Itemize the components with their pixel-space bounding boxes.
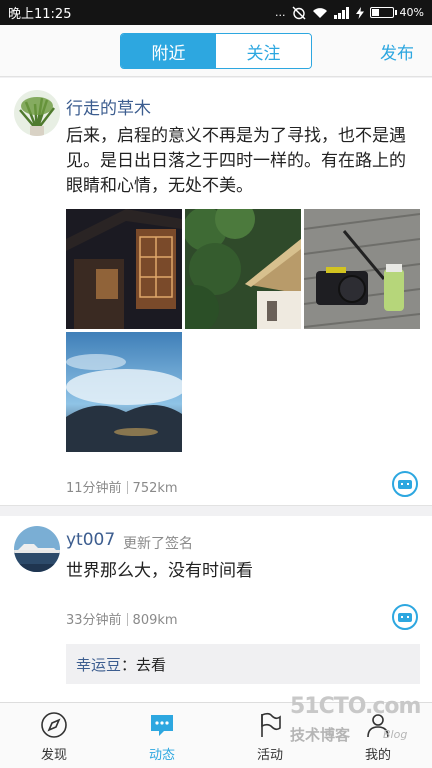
camera-bottle-image xyxy=(304,209,420,329)
flag-icon xyxy=(256,711,284,739)
cloudy-sky-image xyxy=(66,332,182,452)
publish-button[interactable]: 发布 xyxy=(380,39,414,64)
tab-following[interactable]: 关注 xyxy=(216,34,311,68)
status-icons: ... 40% xyxy=(275,6,424,20)
comment-author[interactable]: 幸运豆 xyxy=(76,654,121,675)
chat-bubble-icon xyxy=(398,612,412,622)
status-time: 晚上11:25 xyxy=(8,7,72,22)
meta-divider xyxy=(126,481,128,494)
building-window-image xyxy=(66,209,182,329)
post-author[interactable]: yt007 xyxy=(66,530,115,550)
battery-icon xyxy=(369,7,397,18)
signal-icon xyxy=(333,6,349,19)
nav-feed[interactable]: 动态 xyxy=(108,703,216,768)
post-text: 后来，启程的意义不再是为了寻找，也不是遇见。是日出日落之于四时一样的。有在路上的… xyxy=(66,126,406,196)
more-dots-icon: ... xyxy=(275,6,286,19)
nav-label: 我的 xyxy=(364,748,391,763)
chat-button[interactable] xyxy=(392,604,418,630)
battery-percent: 40% xyxy=(399,6,424,19)
status-bar: 晚上11:25 ... 40% xyxy=(0,0,432,25)
compass-icon xyxy=(40,711,68,739)
tab-nearby[interactable]: 附近 xyxy=(121,34,216,68)
chat-bubble-icon xyxy=(398,479,412,489)
comment-separator: ： xyxy=(121,655,137,674)
bottom-navigation: 发现 动态 活动 我的 xyxy=(0,702,432,768)
post-meta: 33分钟前 809km xyxy=(66,609,178,628)
photo-thumbnail[interactable] xyxy=(185,209,301,329)
post-time: 11分钟前 xyxy=(66,481,122,496)
nav-label: 动态 xyxy=(148,748,175,763)
nav-mine[interactable]: 我的 xyxy=(324,703,432,768)
avatar[interactable] xyxy=(14,90,60,136)
post-card[interactable]: 行走的草木 后来，启程的意义不再是为了寻找，也不是遇见。是日出日落之于四时一样的… xyxy=(0,78,432,506)
post-status: 更新了签名 xyxy=(123,536,193,552)
battery-fill xyxy=(371,9,380,16)
chat-bubble-icon xyxy=(148,711,176,739)
feed-segment-control: 附近 关注 xyxy=(120,33,312,69)
comment-text: 去看 xyxy=(136,655,167,674)
nav-label: 发现 xyxy=(40,748,67,763)
post-distance: 752km xyxy=(132,481,178,496)
post-card[interactable]: yt007 更新了签名 世界那么大，没有时间看 33分钟前 809km 幸运豆：去… xyxy=(0,516,432,704)
nav-label: 活动 xyxy=(256,748,283,763)
post-author[interactable]: 行走的草木 xyxy=(66,94,151,119)
post-meta: 11分钟前 752km xyxy=(66,477,178,496)
chat-button[interactable] xyxy=(392,471,418,497)
alarm-off-icon xyxy=(292,6,306,19)
photo-thumbnail[interactable] xyxy=(66,332,182,452)
post-time: 33分钟前 xyxy=(66,613,122,628)
nav-discover[interactable]: 发现 xyxy=(0,703,108,768)
post-distance: 809km xyxy=(132,613,178,628)
photo-thumbnail[interactable] xyxy=(66,209,182,329)
top-header: 附近 关注 发布 xyxy=(0,25,432,77)
thatched-hut-image xyxy=(185,209,301,329)
nav-activity[interactable]: 活动 xyxy=(216,703,324,768)
avatar[interactable] xyxy=(14,526,60,572)
charging-icon xyxy=(355,6,364,19)
feed-list: 行走的草木 后来，启程的意义不再是为了寻找，也不是遇见。是日出日落之于四时一样的… xyxy=(0,78,432,704)
post-text: 世界那么大，没有时间看 xyxy=(66,561,253,581)
photo-thumbnail[interactable] xyxy=(304,209,420,329)
person-icon xyxy=(364,711,392,739)
meta-divider xyxy=(126,613,128,626)
comment-item[interactable]: 幸运豆：去看 xyxy=(66,644,420,684)
wifi-icon xyxy=(312,7,327,18)
